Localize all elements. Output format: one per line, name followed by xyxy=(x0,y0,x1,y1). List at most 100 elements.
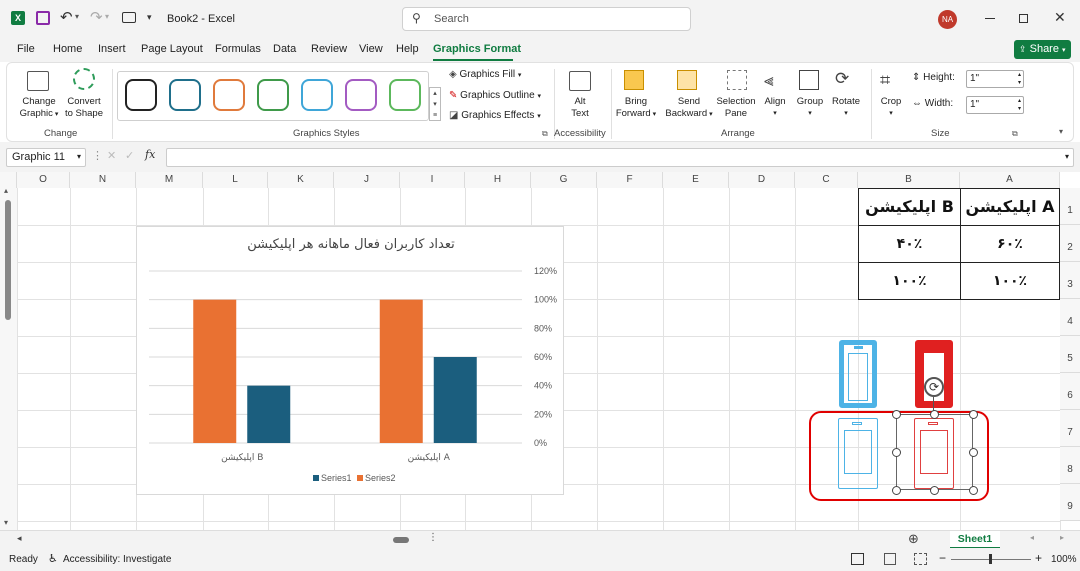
resize-handle[interactable] xyxy=(892,486,901,495)
column-header[interactable]: A xyxy=(960,172,1060,188)
group-objects-button[interactable]: Group ▾ xyxy=(794,96,826,120)
row-header[interactable]: 6 xyxy=(1060,373,1080,410)
print-icon[interactable] xyxy=(122,12,136,23)
resize-handle[interactable] xyxy=(969,448,978,457)
selection-pane-button[interactable]: Selection Pane xyxy=(713,96,759,120)
graphics-outline-button[interactable]: ✎ Graphics Outline ▾ xyxy=(449,90,541,101)
restore-icon[interactable] xyxy=(1019,14,1028,23)
bring-forward-button[interactable]: Bring Forward ▾ xyxy=(611,96,661,121)
add-sheet-icon[interactable]: ⊕ xyxy=(908,531,919,547)
align-button[interactable]: Align ▾ xyxy=(759,96,791,120)
name-box[interactable]: Graphic 11 ▾ xyxy=(6,148,86,167)
worksheet[interactable]: ONMLKJIHGFEDCBA 123456789 اپلیکیشن A اپل… xyxy=(0,172,1080,530)
column-header[interactable]: N xyxy=(70,172,136,188)
row-header[interactable]: 5 xyxy=(1060,336,1080,373)
horizontal-scroll-thumb[interactable] xyxy=(393,537,409,543)
insert-function-icon[interactable]: fx xyxy=(145,148,155,161)
dialog-launcher-icon[interactable]: ⧉ xyxy=(542,129,548,139)
cell-a2[interactable]: ۶۰٪ xyxy=(960,225,1060,263)
search-box[interactable]: ⚲ Search xyxy=(402,7,691,31)
column-header[interactable]: C xyxy=(795,172,858,188)
rotate-button[interactable]: Rotate ▾ xyxy=(829,96,863,120)
page-layout-view-icon[interactable] xyxy=(884,553,896,565)
zoom-out-icon[interactable]: − xyxy=(939,551,946,565)
collapse-ribbon-icon[interactable]: ▾ xyxy=(1059,127,1063,136)
column-header[interactable]: I xyxy=(400,172,465,188)
crop-button[interactable]: Crop ▾ xyxy=(876,96,906,120)
zoom-in-icon[interactable]: + xyxy=(1035,551,1042,565)
undo-icon[interactable]: ↶ xyxy=(60,8,73,26)
alt-text-button[interactable]: Alt Text xyxy=(563,96,597,120)
graphics-fill-button[interactable]: ◈ Graphics Fill ▾ xyxy=(449,69,521,80)
zoom-slider-thumb[interactable] xyxy=(989,554,992,564)
normal-view-icon[interactable] xyxy=(851,553,864,565)
more-icon[interactable]: ⋮ xyxy=(428,532,438,543)
tab-file[interactable]: File xyxy=(17,43,35,55)
send-backward-button[interactable]: Send Backward ▾ xyxy=(662,96,716,121)
qat-more-icon[interactable]: ▾ xyxy=(147,12,152,23)
save-icon[interactable] xyxy=(36,11,50,25)
minimize-icon[interactable] xyxy=(985,18,995,19)
tab-nav-icon[interactable]: ◂ xyxy=(1030,533,1034,542)
column-header[interactable]: L xyxy=(203,172,268,188)
chart-container[interactable]: تعداد کاربران فعال ماهانه هر اپلیکیشن 0%… xyxy=(136,226,564,495)
avatar[interactable]: NA xyxy=(938,10,957,29)
phone-outline-red[interactable] xyxy=(914,418,954,489)
height-input[interactable]: 1" ▴ ▾ xyxy=(966,70,1024,88)
width-input[interactable]: 1" ▴ ▾ xyxy=(966,96,1024,114)
column-header[interactable]: E xyxy=(663,172,729,188)
cell-b3[interactable]: ۱۰۰٪ xyxy=(858,262,961,300)
row-header[interactable]: 9 xyxy=(1060,484,1080,521)
phone-outline-blue[interactable] xyxy=(838,418,878,489)
cancel-icon[interactable]: ✕ xyxy=(107,149,116,162)
column-header[interactable]: O xyxy=(17,172,70,188)
cell-b1[interactable]: اپلیکیشن B xyxy=(858,188,961,226)
convert-to-shape-button[interactable]: Convert to Shape xyxy=(61,96,107,120)
resize-handle[interactable] xyxy=(930,486,939,495)
cell-a3[interactable]: ۱۰۰٪ xyxy=(960,262,1060,300)
resize-handle[interactable] xyxy=(892,410,901,419)
graphic-style-swatch[interactable] xyxy=(257,79,289,111)
resize-handle[interactable] xyxy=(892,448,901,457)
tab-view[interactable]: View xyxy=(359,43,383,55)
column-header[interactable]: F xyxy=(597,172,663,188)
tab-insert[interactable]: Insert xyxy=(98,43,126,55)
row-header[interactable]: 3 xyxy=(1060,262,1080,299)
row-header[interactable]: 2 xyxy=(1060,225,1080,262)
change-graphic-button[interactable]: Change Graphic ▾ xyxy=(15,96,63,121)
graphic-style-swatch[interactable] xyxy=(169,79,201,111)
graphic-style-swatch[interactable] xyxy=(213,79,245,111)
tab-review[interactable]: Review xyxy=(311,43,347,55)
scroll-thumb[interactable] xyxy=(5,200,11,320)
scroll-left-icon[interactable]: ◂ xyxy=(17,533,22,544)
column-header[interactable]: D xyxy=(729,172,795,188)
column-header[interactable]: J xyxy=(334,172,400,188)
graphic-style-swatch[interactable] xyxy=(345,79,377,111)
graphic-style-swatch[interactable] xyxy=(301,79,333,111)
redo-dropdown-icon[interactable]: ▾ xyxy=(105,12,109,21)
scroll-up-icon[interactable]: ▴ xyxy=(4,186,8,195)
formula-input[interactable]: ▾ xyxy=(166,148,1074,167)
scroll-down-icon[interactable]: ▾ xyxy=(4,518,8,527)
page-break-view-icon[interactable] xyxy=(914,553,927,565)
graphic-style-swatch[interactable] xyxy=(389,79,421,111)
rotate-handle-icon[interactable]: ⟳ xyxy=(924,377,944,397)
select-all-corner[interactable] xyxy=(0,172,17,188)
sheet-tab-active[interactable]: Sheet1 xyxy=(950,531,1000,549)
vertical-scrollbar[interactable]: ▴ ▾ xyxy=(0,186,17,530)
tab-data[interactable]: Data xyxy=(273,43,296,55)
zoom-level[interactable]: 100% xyxy=(1051,554,1077,565)
column-header[interactable]: K xyxy=(268,172,334,188)
column-header[interactable]: H xyxy=(465,172,531,188)
resize-handle[interactable] xyxy=(969,410,978,419)
graphics-effects-button[interactable]: ◪ Graphics Effects ▾ xyxy=(449,110,541,121)
undo-dropdown-icon[interactable]: ▾ xyxy=(75,12,79,21)
dialog-launcher-icon[interactable]: ⧉ xyxy=(1012,129,1018,139)
row-header[interactable]: 7 xyxy=(1060,410,1080,447)
column-header[interactable]: G xyxy=(531,172,597,188)
phone-icon-red[interactable] xyxy=(915,340,953,408)
row-header[interactable]: 1 xyxy=(1060,188,1080,225)
tab-home[interactable]: Home xyxy=(53,43,82,55)
row-header[interactable]: 8 xyxy=(1060,447,1080,484)
resize-handle[interactable] xyxy=(969,486,978,495)
